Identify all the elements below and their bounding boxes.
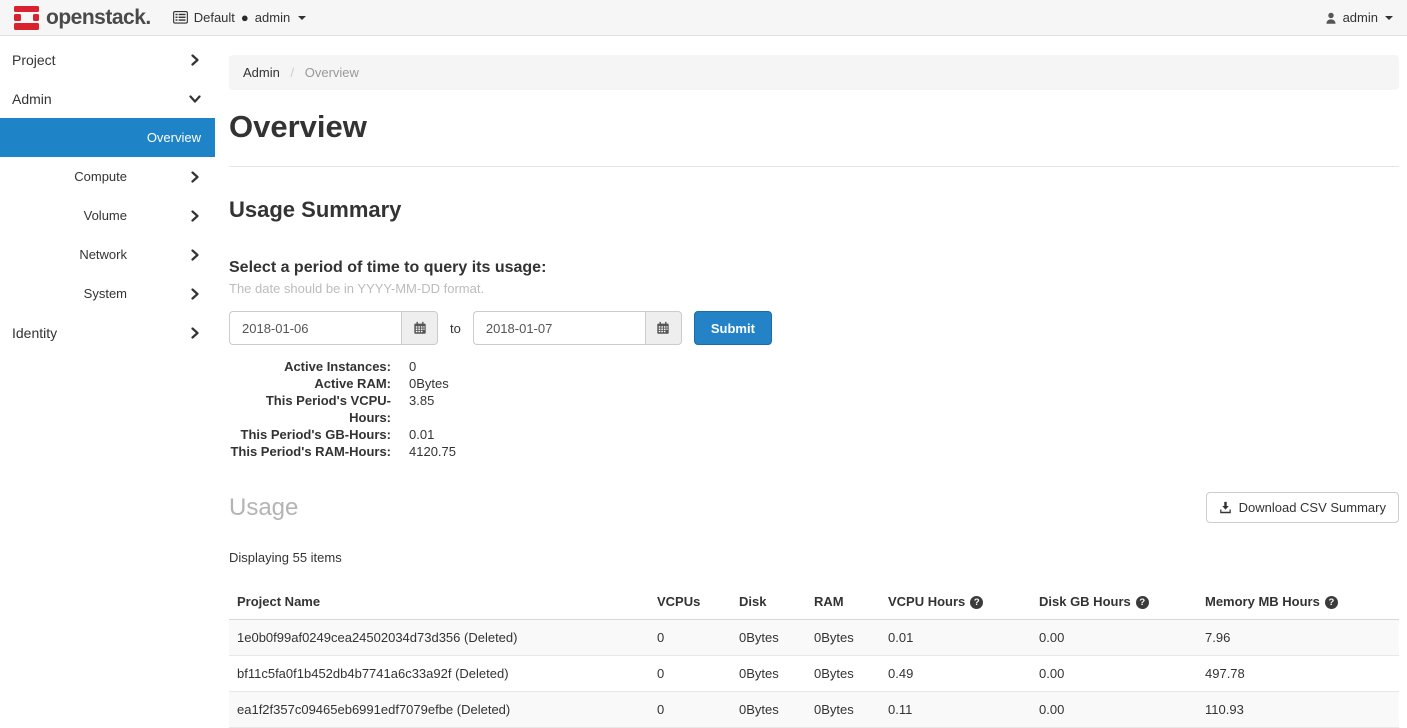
date-to-input[interactable] [473, 311, 645, 345]
sidebar-item-overview-active[interactable]: Overview [0, 118, 215, 157]
user-icon [1324, 11, 1338, 25]
usage-table: Project Name VCPUs Disk RAM VCPU Hours D… [229, 584, 1399, 728]
sidebar: Project Admin Overview Compute Volume [0, 36, 215, 352]
cell-vcpus: 0 [649, 692, 731, 728]
col-ram[interactable]: RAM [806, 584, 880, 620]
cell-disk-gb-hours: 0.00 [1031, 620, 1197, 656]
usage-summary-heading: Usage Summary [229, 197, 1399, 223]
stat-vcpu-hours: This Period's VCPU-Hours: 3.85 [229, 392, 1399, 426]
usage-stats: Active Instances: 0 Active RAM: 0Bytes T… [229, 358, 1399, 460]
date-from-input[interactable] [229, 311, 401, 345]
date-range-form: to Submit [229, 311, 1399, 345]
chevron-right-icon [189, 288, 201, 300]
calendar-icon [413, 321, 427, 335]
cell-vcpus: 0 [649, 656, 731, 692]
page-title: Overview [229, 109, 1399, 145]
chevron-right-icon [189, 327, 201, 339]
main-content: Admin / Overview Overview Usage Summary … [215, 36, 1407, 728]
cell-project-name: bf11c5fa0f1b452db4b7741a6c33a92f (Delete… [229, 656, 649, 692]
sidebar-item-network[interactable]: Network [0, 235, 215, 274]
breadcrumb-separator: / [290, 65, 294, 80]
cell-vcpu-hours: 0.49 [880, 656, 1031, 692]
cell-memory-mb-hours: 7.96 [1197, 620, 1399, 656]
cell-vcpu-hours: 0.01 [880, 620, 1031, 656]
cell-ram: 0Bytes [806, 656, 880, 692]
chevron-right-icon [189, 54, 201, 66]
period-help-text: The date should be in YYYY-MM-DD format. [229, 281, 1399, 296]
chevron-down-icon [1385, 16, 1393, 20]
breadcrumb-admin[interactable]: Admin [243, 65, 280, 80]
cell-vcpus: 0 [649, 620, 731, 656]
col-project-name[interactable]: Project Name [229, 584, 649, 620]
cell-ram: 0Bytes [806, 692, 880, 728]
sidebar-item-volume[interactable]: Volume [0, 196, 215, 235]
cell-disk: 0Bytes [731, 656, 806, 692]
chevron-down-icon [298, 16, 306, 20]
sidebar-item-system[interactable]: System [0, 274, 215, 313]
usage-section-title: Usage [229, 494, 298, 522]
brand-wordmark: openstack. [46, 6, 151, 30]
cell-disk-gb-hours: 0.00 [1031, 692, 1197, 728]
help-icon[interactable] [1325, 596, 1338, 609]
cell-vcpu-hours: 0.11 [880, 692, 1031, 728]
sidebar-item-project[interactable]: Project [0, 40, 215, 79]
chevron-down-icon [189, 94, 201, 104]
help-icon[interactable] [970, 596, 983, 609]
sidebar-item-compute[interactable]: Compute [0, 157, 215, 196]
chevron-right-icon [189, 249, 201, 261]
context-separator-dot: ● [241, 11, 249, 24]
cell-memory-mb-hours: 110.93 [1197, 692, 1399, 728]
title-divider [229, 166, 1399, 167]
stat-active-ram: Active RAM: 0Bytes [229, 375, 1399, 392]
stat-ram-hours: This Period's RAM-Hours: 4120.75 [229, 443, 1399, 460]
breadcrumb-current: Overview [305, 65, 359, 80]
openstack-logo-icon [14, 6, 39, 30]
download-csv-label: Download CSV Summary [1239, 500, 1386, 515]
breadcrumb: Admin / Overview [229, 55, 1399, 90]
domain-project-switcher[interactable]: Default ● admin [173, 10, 306, 25]
help-icon[interactable] [1136, 596, 1149, 609]
chevron-right-icon [189, 210, 201, 222]
table-header-row: Project Name VCPUs Disk RAM VCPU Hours D… [229, 584, 1399, 620]
date-range-to-label: to [450, 321, 461, 336]
download-csv-button[interactable]: Download CSV Summary [1206, 492, 1399, 523]
cell-project-name: ea1f2f357c09465eb6991edf7079efbe (Delete… [229, 692, 649, 728]
openstack-brand[interactable]: openstack. [14, 6, 151, 30]
cell-memory-mb-hours: 497.78 [1197, 656, 1399, 692]
col-disk-gb-hours[interactable]: Disk GB Hours [1031, 584, 1197, 620]
sidebar-item-admin[interactable]: Admin [0, 79, 215, 118]
cell-project-name: 1e0b0f99af0249cea24502034d73d356 (Delete… [229, 620, 649, 656]
col-memory-mb-hours[interactable]: Memory MB Hours [1197, 584, 1399, 620]
col-disk[interactable]: Disk [731, 584, 806, 620]
cell-disk-gb-hours: 0.00 [1031, 656, 1197, 692]
items-count: Displaying 55 items [229, 550, 1399, 565]
top-navbar: openstack. Default ● admin [0, 0, 1407, 36]
date-to-calendar-button[interactable] [645, 311, 682, 345]
stat-active-instances: Active Instances: 0 [229, 358, 1399, 375]
stat-gb-hours: This Period's GB-Hours: 0.01 [229, 426, 1399, 443]
table-row: ea1f2f357c09465eb6991edf7079efbe (Delete… [229, 692, 1399, 728]
sidebar-item-identity[interactable]: Identity [0, 313, 215, 352]
context-domain: Default [194, 10, 235, 25]
context-project: admin [255, 10, 290, 25]
submit-button[interactable]: Submit [694, 311, 772, 345]
table-row: 1e0b0f99af0249cea24502034d73d356 (Delete… [229, 620, 1399, 656]
table-row: bf11c5fa0f1b452db4b7741a6c33a92f (Delete… [229, 656, 1399, 692]
col-vcpus[interactable]: VCPUs [649, 584, 731, 620]
chevron-right-icon [189, 171, 201, 183]
date-from-calendar-button[interactable] [401, 311, 438, 345]
download-icon [1219, 501, 1232, 514]
domain-card-icon [173, 11, 188, 24]
col-vcpu-hours[interactable]: VCPU Hours [880, 584, 1031, 620]
user-name: admin [1343, 10, 1378, 25]
period-prompt-label: Select a period of time to query its usa… [229, 259, 1399, 277]
calendar-icon [656, 321, 670, 335]
user-menu[interactable]: admin [1324, 10, 1393, 25]
cell-ram: 0Bytes [806, 620, 880, 656]
cell-disk: 0Bytes [731, 620, 806, 656]
cell-disk: 0Bytes [731, 692, 806, 728]
